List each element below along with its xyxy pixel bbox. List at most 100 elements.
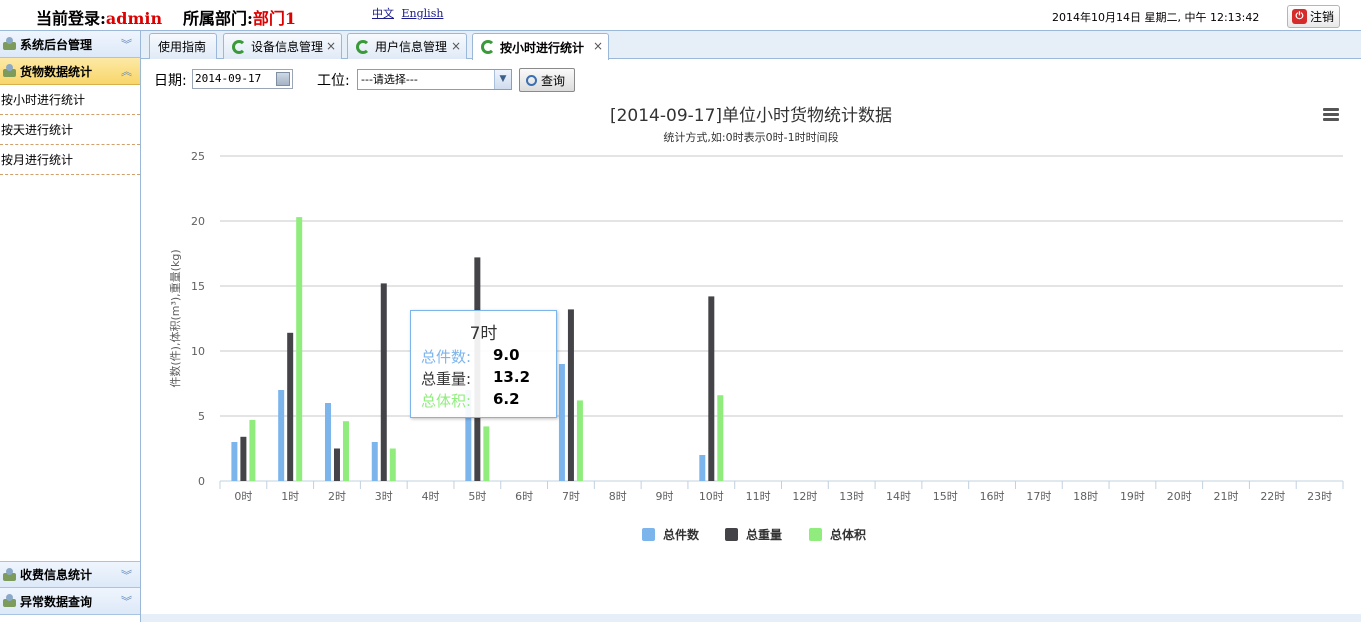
- legend-label: 总体积: [830, 528, 867, 542]
- close-icon[interactable]: ×: [451, 39, 461, 53]
- tooltip-value: 13.2: [493, 368, 531, 386]
- x-tick-label: 14时: [886, 490, 911, 503]
- close-icon[interactable]: ×: [326, 39, 336, 53]
- bar: [699, 455, 706, 481]
- search-icon: [526, 74, 537, 86]
- bar: [558, 364, 565, 481]
- legend-label: 总重量: [746, 528, 783, 542]
- tab-bar: 使用指南 设备信息管理 × 用户信息管理 × 按小时进行统计 ×: [141, 31, 1361, 60]
- sidebar: 系统后台管理 ︾ 货物数据统计 ︽ 按小时进行统计 按天进行统计 按月进行统计 …: [0, 31, 141, 622]
- bar: [717, 395, 724, 481]
- x-tick-label: 16时: [980, 490, 1005, 503]
- tooltip-value: 6.2: [493, 390, 520, 408]
- x-tick-label: 7时: [562, 490, 580, 503]
- station-select[interactable]: ---请选择--- ▼: [357, 69, 512, 90]
- bar: [278, 390, 285, 481]
- y-tick-label: 15: [191, 280, 205, 293]
- y-tick-label: 10: [191, 345, 205, 358]
- lang-chinese-link[interactable]: 中文: [372, 7, 394, 20]
- refresh-icon: [232, 39, 246, 54]
- y-tick-label: 20: [191, 215, 205, 228]
- legend-item-weight[interactable]: 总重量: [725, 526, 782, 543]
- sidebar-item-hourly[interactable]: 按小时进行统计: [0, 85, 140, 115]
- package-icon: [2, 594, 18, 608]
- current-datetime: 2014年10月14日 星期二, 中午 12:13:42: [1052, 11, 1260, 24]
- x-tick-label: 5时: [468, 490, 486, 503]
- tab-user-guide[interactable]: 使用指南: [149, 33, 217, 59]
- x-tick-label: 12时: [792, 490, 817, 503]
- x-tick-label: 3时: [375, 490, 393, 503]
- lang-english-link[interactable]: English: [402, 7, 444, 20]
- sidebar-section-cargo-stats[interactable]: 货物数据统计 ︽: [0, 58, 140, 85]
- login-label: 当前登录:: [36, 9, 106, 28]
- calendar-icon[interactable]: [276, 72, 290, 86]
- sidebar-section-label: 异常数据查询: [20, 594, 93, 609]
- tooltip-label: 总件数:: [421, 348, 472, 366]
- chart-tooltip: 7时 总件数: 9.0 总重量: 13.2 总体积: 6.2: [410, 310, 557, 418]
- package-icon: [2, 567, 18, 582]
- y-tick-label: 5: [198, 410, 205, 423]
- main-panel: 日期: 2014-09-17 工位: ---请选择--- ▼ 查询 [2014-…: [141, 60, 1361, 622]
- x-tick-label: 2时: [328, 490, 346, 503]
- tab-user-management[interactable]: 用户信息管理 ×: [347, 33, 467, 59]
- chart-area: [2014-09-17]单位小时货物统计数据 统计方式,如:0时表示0时-1时时…: [141, 98, 1361, 622]
- tab-label: 使用指南: [158, 40, 207, 54]
- refresh-icon: [356, 39, 370, 54]
- date-label: 日期:: [154, 73, 187, 89]
- x-tick-label: 23时: [1307, 490, 1332, 503]
- legend-item-volume[interactable]: 总体积: [809, 526, 866, 543]
- app-window: 当前登录:admin 所属部门:部门1 中文 English 2014年10月1…: [0, 0, 1361, 622]
- query-button-label: 查询: [541, 73, 566, 88]
- x-tick-label: 22时: [1260, 490, 1285, 503]
- bar: [333, 448, 340, 481]
- bar: [287, 332, 294, 481]
- x-tick-label: 1时: [281, 490, 299, 503]
- x-tick-label: 20时: [1167, 490, 1192, 503]
- sidebar-item-daily[interactable]: 按天进行统计: [0, 115, 140, 145]
- y-tick-label: 25: [191, 150, 205, 163]
- x-tick-label: 4时: [422, 490, 440, 503]
- tab-device-management[interactable]: 设备信息管理 ×: [223, 33, 342, 59]
- tab-label: 用户信息管理: [375, 40, 448, 54]
- tab-hourly-stats[interactable]: 按小时进行统计 ×: [472, 33, 609, 60]
- sidebar-section-fees[interactable]: 收费信息统计 ︾: [0, 561, 140, 588]
- top-header: 当前登录:admin 所属部门:部门1 中文 English 2014年10月1…: [0, 0, 1361, 31]
- logout-button[interactable]: ⏻ 注销: [1287, 5, 1340, 28]
- tooltip-title: 7时: [469, 324, 498, 344]
- x-tick-label: 6时: [515, 490, 533, 503]
- legend-swatch: [809, 528, 822, 541]
- sidebar-section-label: 收费信息统计: [20, 568, 93, 582]
- language-switcher: 中文 English: [372, 5, 447, 21]
- bar: [371, 442, 378, 481]
- close-icon[interactable]: ×: [593, 39, 603, 53]
- station-value: ---请选择---: [361, 73, 418, 86]
- chevron-down-icon: ︾: [121, 595, 132, 608]
- tooltip-label: 总体积:: [421, 392, 472, 410]
- bar: [231, 442, 238, 481]
- date-field[interactable]: 2014-09-17: [192, 69, 293, 89]
- sidebar-section-system[interactable]: 系统后台管理 ︾: [0, 31, 140, 58]
- tab-label: 设备信息管理: [251, 40, 324, 54]
- tab-label: 按小时进行统计: [500, 40, 585, 55]
- bar: [296, 217, 303, 481]
- package-icon: [2, 64, 18, 78]
- current-login: 当前登录:admin: [36, 5, 162, 29]
- bar: [249, 419, 256, 481]
- legend-item-count[interactable]: 总件数: [642, 526, 699, 543]
- bar: [483, 426, 490, 481]
- package-icon: [2, 37, 18, 51]
- department: 所属部门:部门1: [183, 5, 296, 29]
- bar: [389, 448, 396, 481]
- x-tick-label: 13时: [839, 490, 864, 503]
- query-button[interactable]: 查询: [519, 68, 575, 92]
- x-tick-label: 11时: [746, 490, 771, 503]
- station-label: 工位:: [317, 73, 350, 89]
- x-tick-label: 19时: [1120, 490, 1145, 503]
- refresh-icon: [481, 40, 495, 54]
- bar: [567, 309, 574, 481]
- power-icon: ⏻: [1292, 9, 1307, 24]
- sidebar-section-exceptions[interactable]: 异常数据查询 ︾: [0, 588, 140, 615]
- tooltip-row: 总件数: 9.0: [421, 346, 520, 367]
- bar: [240, 436, 247, 481]
- sidebar-item-monthly[interactable]: 按月进行统计: [0, 145, 140, 175]
